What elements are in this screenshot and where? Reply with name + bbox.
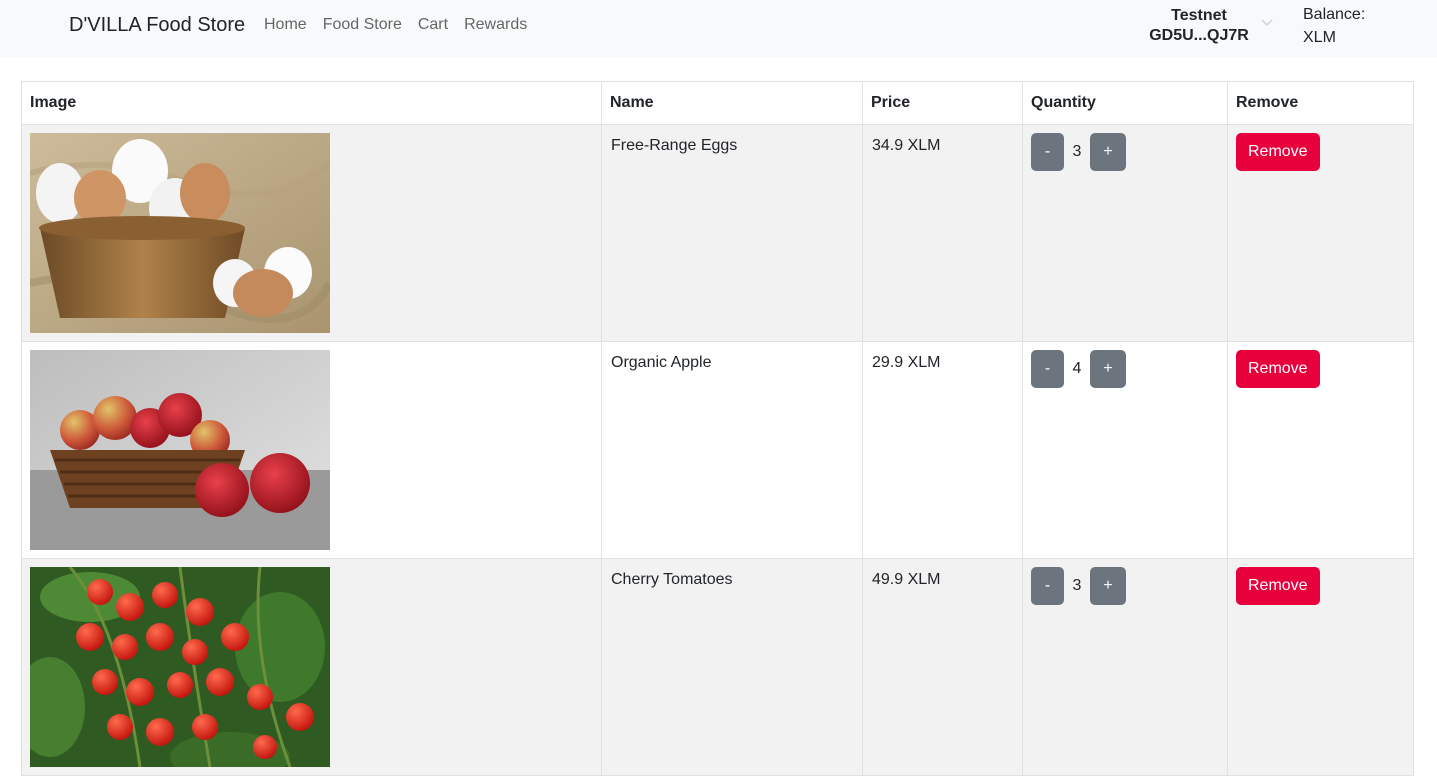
product-image-cell: [21, 124, 602, 342]
product-price: 34.9 XLM: [862, 124, 1023, 342]
product-name: Organic Apple: [601, 341, 863, 559]
column-header-quantity: Quantity: [1022, 81, 1228, 125]
quantity-cell: - 3 +: [1022, 558, 1228, 776]
wallet-dropdown[interactable]: Testnet GD5U...QJ7R: [1140, 6, 1258, 46]
table-row: Cherry Tomatoes 49.9 XLM - 3 + Remove: [21, 558, 1414, 776]
nav-link-home[interactable]: Home: [256, 15, 315, 35]
product-image-cell: [21, 558, 602, 776]
increase-quantity-button[interactable]: +: [1090, 350, 1126, 388]
quantity-stepper: - 4 +: [1031, 350, 1219, 388]
nav-links: Home Food Store Cart Rewards: [256, 15, 535, 35]
remove-cell: Remove: [1227, 558, 1414, 776]
quantity-stepper: - 3 +: [1031, 567, 1219, 605]
remove-button[interactable]: Remove: [1236, 133, 1320, 171]
column-header-image: Image: [21, 81, 602, 125]
quantity-stepper: - 3 +: [1031, 133, 1219, 171]
remove-cell: Remove: [1227, 124, 1414, 342]
nav-link-food-store[interactable]: Food Store: [315, 15, 410, 35]
table-row: Free-Range Eggs 34.9 XLM - 3 + Remove: [21, 124, 1414, 342]
column-header-price: Price: [862, 81, 1023, 125]
table-header-row: Image Name Price Quantity Remove: [21, 81, 1414, 125]
balance-label: Balance:: [1303, 6, 1366, 23]
decrease-quantity-button[interactable]: -: [1031, 350, 1064, 388]
column-header-name: Name: [601, 81, 863, 125]
quantity-value: 3: [1072, 143, 1082, 160]
product-price: 29.9 XLM: [862, 341, 1023, 559]
remove-cell: Remove: [1227, 341, 1414, 559]
balance-display: Balance: XLM: [1303, 3, 1365, 49]
quantity-value: 3: [1072, 577, 1082, 594]
chevron-down-icon[interactable]: [1259, 14, 1275, 30]
increase-quantity-button[interactable]: +: [1090, 567, 1126, 605]
increase-quantity-button[interactable]: +: [1090, 133, 1126, 171]
quantity-value: 4: [1072, 360, 1082, 377]
wallet-network: Testnet: [1171, 7, 1227, 24]
decrease-quantity-button[interactable]: -: [1031, 567, 1064, 605]
product-name: Cherry Tomatoes: [601, 558, 863, 776]
quantity-cell: - 4 +: [1022, 341, 1228, 559]
remove-button[interactable]: Remove: [1236, 350, 1320, 388]
balance-unit: XLM: [1303, 29, 1336, 46]
wallet-address: GD5U...QJ7R: [1149, 27, 1249, 44]
remove-button[interactable]: Remove: [1236, 567, 1320, 605]
cart-table-container: Image Name Price Quantity Remove Free-Ra…: [21, 81, 1414, 776]
decrease-quantity-button[interactable]: -: [1031, 133, 1064, 171]
top-navbar: D'VILLA Food Store Home Food Store Cart …: [0, 0, 1437, 57]
product-image-eggs: [30, 133, 330, 333]
nav-link-rewards[interactable]: Rewards: [456, 15, 535, 35]
brand-link[interactable]: D'VILLA Food Store: [69, 13, 245, 37]
product-price: 49.9 XLM: [862, 558, 1023, 776]
product-name: Free-Range Eggs: [601, 124, 863, 342]
product-image-cell: [21, 341, 602, 559]
nav-link-cart[interactable]: Cart: [410, 15, 456, 35]
product-image-apples: [30, 350, 330, 550]
product-image-cherry-tomatoes: [30, 567, 330, 767]
quantity-cell: - 3 +: [1022, 124, 1228, 342]
cart-table: Image Name Price Quantity Remove Free-Ra…: [21, 81, 1414, 776]
table-row: Organic Apple 29.9 XLM - 4 + Remove: [21, 341, 1414, 559]
column-header-remove: Remove: [1227, 81, 1414, 125]
